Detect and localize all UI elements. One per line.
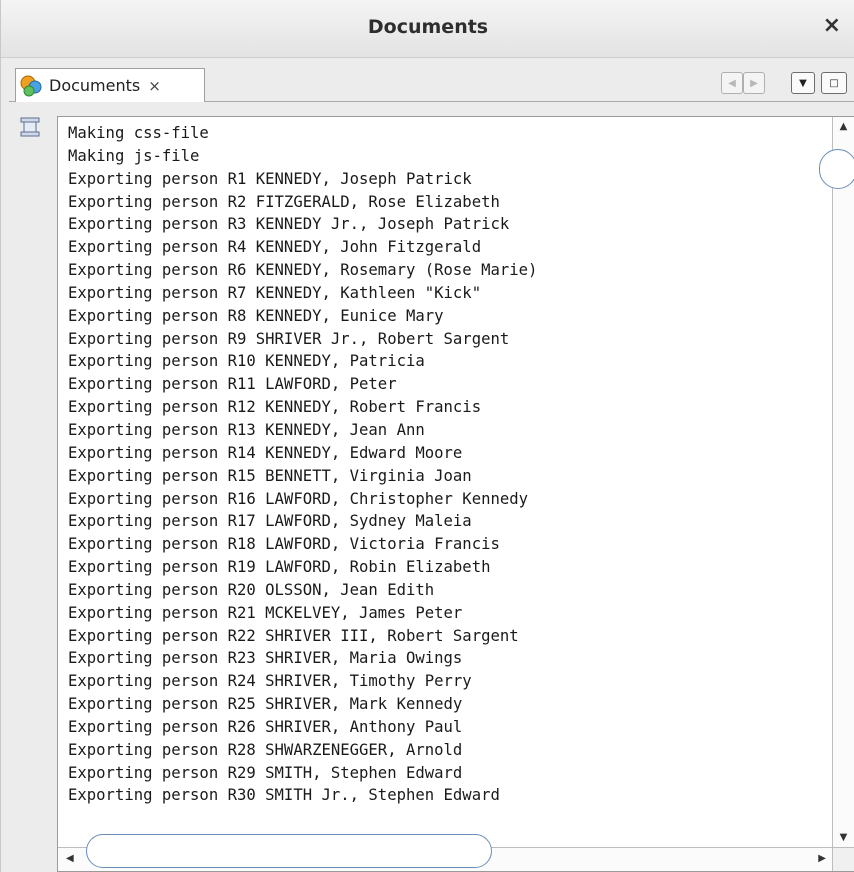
log-line: Making css-file	[68, 124, 209, 142]
log-line: Exporting person R30 SMITH Jr., Stephen …	[68, 786, 500, 805]
scroll-left-arrow[interactable]: ◀	[66, 853, 74, 864]
log-line: Exporting person R28 SHWARZENEGGER, Arno…	[68, 740, 463, 759]
log-line: Exporting person R20 OLSSON, Jean Edith	[68, 580, 435, 599]
scrollbar-corner	[832, 847, 854, 871]
log-line: Exporting person R26 SHRIVER, Anthony Pa…	[68, 717, 463, 736]
log-line: Exporting person R6 KENNEDY, Rosemary (R…	[68, 261, 538, 280]
tab-strip: Documents × ◀ ▶ ▼ □	[9, 64, 854, 102]
scroll-right-arrow[interactable]: ▶	[818, 853, 826, 864]
documents-window: Documents × Documents × ◀ ▶ ▼ □ Making c…	[0, 0, 854, 872]
title-bar[interactable]: Documents ×	[1, 0, 854, 58]
horizontal-scroll-thumb[interactable]	[86, 834, 492, 868]
tab-documents[interactable]: Documents ×	[15, 68, 205, 102]
log-line: Exporting person R18 LAWFORD, Victoria F…	[68, 535, 500, 554]
log-line: Exporting person R3 KENNEDY Jr., Joseph …	[68, 215, 510, 234]
pin-icon[interactable]	[18, 116, 42, 138]
log-line: Exporting person R4 KENNEDY, John Fitzge…	[68, 238, 482, 257]
vertical-scroll-thumb[interactable]	[819, 149, 854, 189]
log-line: Exporting person R12 KENNEDY, Robert Fra…	[68, 398, 482, 417]
vertical-scrollbar[interactable]: ▲ ▼	[819, 117, 854, 847]
log-line: Exporting person R8 KENNEDY, Eunice Mary	[68, 306, 444, 325]
log-line: Exporting person R24 SHRIVER, Timothy Pe…	[68, 672, 472, 691]
scroll-down-arrow[interactable]: ▼	[833, 832, 854, 843]
left-gutter	[9, 110, 49, 872]
scroll-tabs-right-button[interactable]: ▶	[743, 72, 765, 94]
log-line: Exporting person R25 SHRIVER, Mark Kenne…	[68, 695, 463, 714]
scroll-up-arrow[interactable]: ▲	[833, 121, 854, 132]
log-line: Exporting person R15 BENNETT, Virginia J…	[68, 466, 472, 485]
log-line: Exporting person R2 FITZGERALD, Rose Eli…	[68, 192, 500, 211]
log-line: Exporting person R1 KENNEDY, Joseph Patr…	[68, 169, 472, 188]
log-line: Exporting person R9 SHRIVER Jr., Robert …	[68, 329, 510, 348]
documents-icon	[20, 75, 42, 96]
log-line: Exporting person R7 KENNEDY, Kathleen "K…	[68, 283, 482, 302]
tab-list-dropdown-button[interactable]: ▼	[791, 72, 815, 94]
scroll-tabs-left-button[interactable]: ◀	[721, 72, 743, 94]
horizontal-scrollbar[interactable]: ◀ ▶	[58, 834, 834, 871]
log-line: Exporting person R16 LAWFORD, Christophe…	[68, 489, 529, 508]
log-line: Exporting person R11 LAWFORD, Peter	[68, 375, 397, 394]
window-close-button[interactable]: ×	[823, 14, 841, 38]
log-line: Exporting person R23 SHRIVER, Maria Owin…	[68, 649, 463, 668]
maximize-button[interactable]: □	[821, 72, 847, 94]
log-line: Exporting person R13 KENNEDY, Jean Ann	[68, 420, 425, 439]
log-line: Exporting person R22 SHRIVER III, Robert…	[68, 626, 519, 645]
log-line: Exporting person R10 KENNEDY, Patricia	[68, 352, 425, 371]
log-output-panel[interactable]: Making css-file Making js-file Exporting…	[57, 116, 854, 872]
log-line: Making js-file	[68, 146, 200, 165]
log-line: Exporting person R17 LAWFORD, Sydney Mal…	[68, 512, 472, 531]
log-line: Exporting person R19 LAWFORD, Robin Eliz…	[68, 558, 491, 577]
window-title: Documents	[367, 16, 489, 38]
tab-label: Documents	[49, 76, 141, 95]
log-output-text: Making css-file Making js-file Exporting…	[68, 122, 537, 807]
log-line: Exporting person R29 SMITH, Stephen Edwa…	[68, 763, 463, 782]
log-line: Exporting person R14 KENNEDY, Edward Moo…	[68, 443, 463, 462]
tab-close-button[interactable]: ×	[148, 77, 161, 95]
log-line: Exporting person R21 MCKELVEY, James Pet…	[68, 603, 463, 622]
